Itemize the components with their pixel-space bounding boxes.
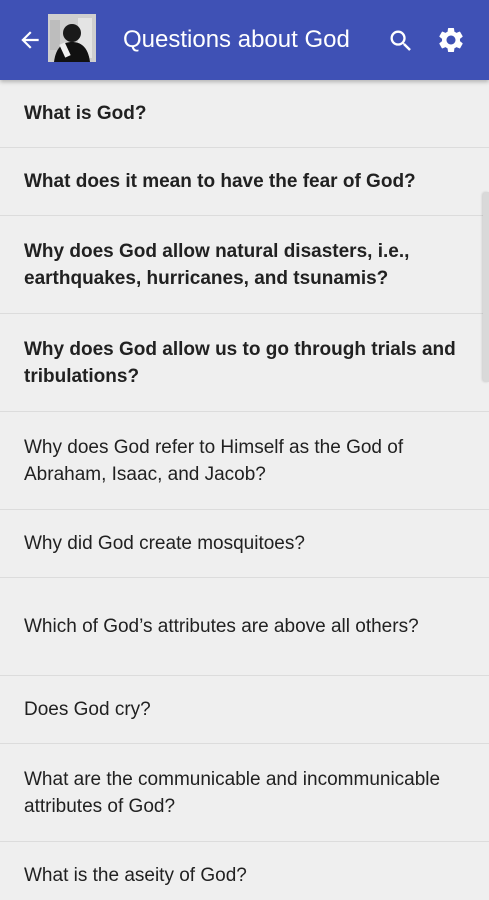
list-item[interactable]: Why does God refer to Himself as the God…	[0, 412, 489, 510]
scrollbar-thumb[interactable]	[483, 192, 489, 382]
list-item[interactable]: What are the communicable and incommunic…	[0, 744, 489, 842]
gear-icon	[439, 27, 463, 52]
search-icon	[390, 30, 411, 51]
page-title: Questions about God	[123, 26, 350, 53]
question-label: What are the communicable and incommunic…	[24, 768, 441, 817]
question-label: Why does God allow natural disasters, i.…	[24, 240, 410, 289]
avatar-image	[48, 14, 96, 62]
list-item[interactable]: What does it mean to have the fear of Go…	[0, 148, 489, 216]
question-label: What is the aseity of God?	[24, 865, 247, 886]
list-item[interactable]: Why does God allow natural disasters, i.…	[0, 216, 489, 314]
list-item[interactable]: Why does God allow us to go through tria…	[0, 314, 489, 412]
back-button[interactable]	[14, 24, 46, 56]
app-bar: Questions about God	[0, 0, 489, 80]
list-item[interactable]: Why did God create mosquitoes?	[0, 510, 489, 578]
question-list[interactable]: What is God? What does it mean to have t…	[0, 80, 489, 900]
arrow-left-icon	[21, 31, 39, 49]
avatar	[48, 14, 96, 62]
list-item[interactable]: What is God?	[0, 80, 489, 148]
list-item[interactable]: Does God cry?	[0, 676, 489, 744]
question-label: Why does God allow us to go through tria…	[24, 338, 456, 387]
list-item[interactable]: What is the aseity of God?	[0, 842, 489, 900]
question-label: What is God?	[24, 103, 147, 124]
search-button[interactable]	[384, 24, 418, 58]
question-label: Which of God’s attributes are above all …	[24, 616, 419, 637]
question-label: Why does God refer to Himself as the God…	[24, 436, 404, 485]
settings-button[interactable]	[433, 22, 469, 58]
question-label: What does it mean to have the fear of Go…	[24, 171, 416, 192]
question-label: Does God cry?	[24, 699, 151, 720]
question-label: Why did God create mosquitoes?	[24, 533, 305, 554]
list-item[interactable]: Which of God’s attributes are above all …	[0, 578, 489, 676]
